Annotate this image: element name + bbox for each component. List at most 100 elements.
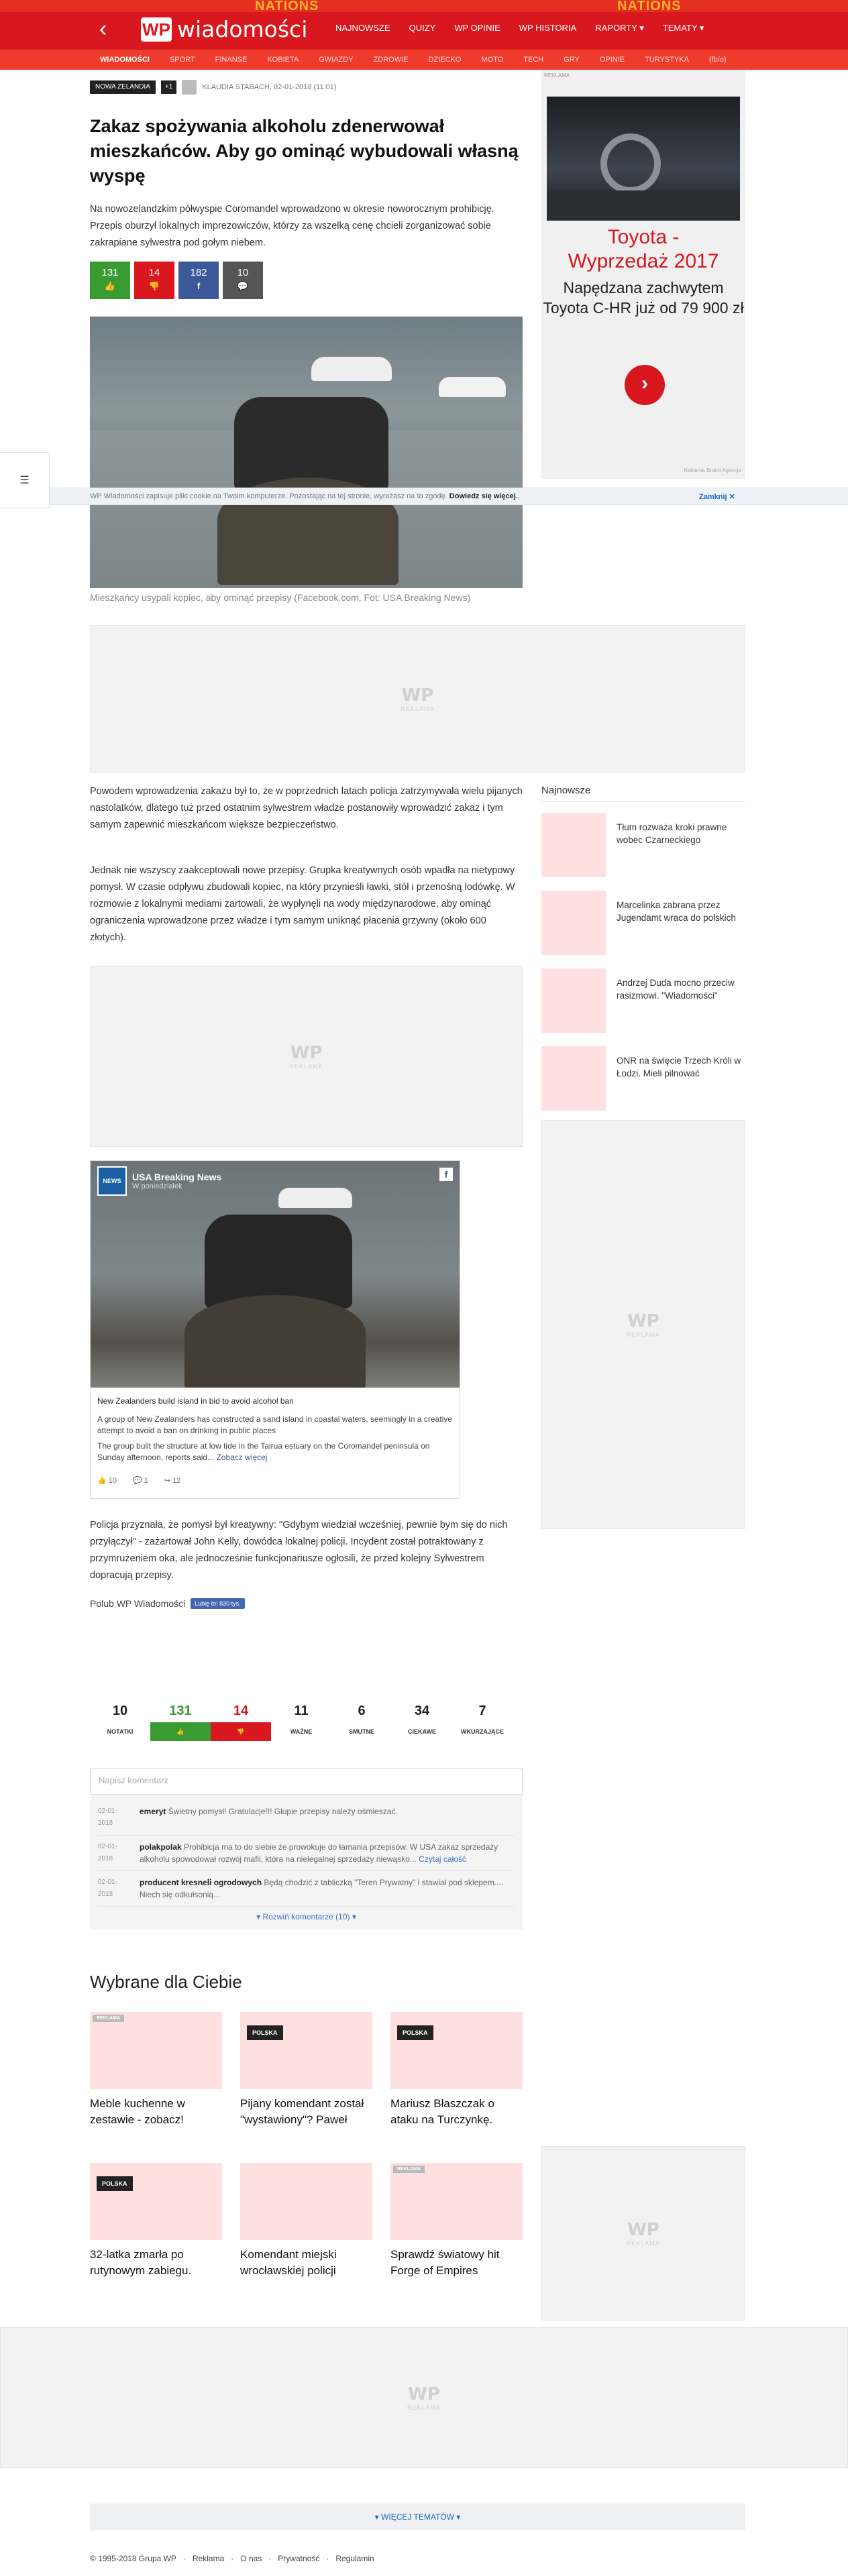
article-tags: NOWA ZELANDIA +1 KLAUDIA STABACH, 02-01-… (90, 80, 336, 95)
subnav-tech[interactable]: TECH (513, 56, 553, 64)
fb-comments[interactable]: 💬 1 (133, 1476, 148, 1485)
nav-wp-historia[interactable]: WP HISTORIA (510, 23, 586, 34)
nav-tematy[interactable]: TEMATY ▾ (653, 23, 714, 34)
side-menu-tab-icon[interactable]: ☰ (0, 452, 50, 508)
footer-o-nas[interactable]: O nas (240, 2554, 262, 2563)
recommended-card[interactable]: Komendant miejski wrocławskiej policji o… (240, 2163, 372, 2279)
subnav-moto[interactable]: MOTO (471, 56, 513, 64)
recommended-card[interactable]: POLSKA Pijany komendant został "wystawio… (240, 2012, 372, 2128)
sidebar-ad-slot[interactable]: WP REKLAMA (541, 2146, 745, 2320)
nav-quizy[interactable]: QUIZY (400, 23, 445, 34)
wp-logo-mark: WP (141, 17, 172, 42)
reaction-wkurzajace[interactable]: 7 WKURZAJĄCE (452, 1703, 513, 1741)
comments-button[interactable]: 10 💬 (223, 262, 263, 299)
cookie-banner: WP Wiadomości zapisuje pliki cookie na T… (0, 488, 848, 505)
tag-nowa-zelandia[interactable]: NOWA ZELANDIA (90, 80, 156, 94)
sidebar-ad-toyota[interactable]: REKLAMA Toyota - Wyprzedaż 2017 Napędzana… (541, 70, 745, 479)
comment-item: 02-01-2018 polakpolak Prohibicja ma to d… (98, 1836, 515, 1871)
ad-slot[interactable]: WP REKLAMA (90, 625, 745, 773)
recommended-card[interactable]: REKLAMA Meble kuchenne w zestawie - zoba… (90, 2012, 222, 2128)
subnav-turystyka[interactable]: TURYSTYKA (635, 56, 699, 64)
fb-like-button[interactable]: Lubię to! 830 tys. (191, 1598, 245, 1609)
subnav-gwiazdy[interactable]: GWIAZDY (309, 56, 363, 64)
read-more-link[interactable]: Czytaj całość (419, 1854, 466, 1864)
tag-more[interactable]: +1 (160, 80, 177, 94)
recommended-card[interactable]: POLSKA 32-latka zmarła po rutynowym zabi… (90, 2163, 222, 2279)
top-banner-ad[interactable]: NATIONS NATIONS (0, 0, 848, 13)
hero-image[interactable] (90, 317, 523, 588)
bottom-ad-slot[interactable]: WP REKLAMA (0, 2327, 848, 2468)
back-arrow-icon[interactable]: ‹ (99, 17, 119, 40)
wp-logo-icon: WP (408, 2384, 440, 2404)
subnav-extra[interactable]: (fb/o) (699, 56, 737, 64)
comment-item: 02-01-2018 emeryt Świetny pomysł! Gratul… (98, 1800, 515, 1836)
subnav-wiadomosci[interactable]: WIADOMOŚCI (90, 56, 160, 64)
subnav-finanse[interactable]: FINANSE (205, 56, 258, 64)
like-wp: Polub WP Wiadomości Lubię to! 830 tys. (90, 1598, 245, 1609)
sidebar-ad-slot[interactable]: WP REKLAMA (541, 1120, 745, 1529)
newest-item[interactable]: Marcelinka zabrana przez Jugendamt wraca… (541, 891, 745, 958)
expand-comments-button[interactable]: ▾ Rozwiń komentarze (10) ▾ (98, 1907, 515, 1924)
comment-user[interactable]: producent kresneli ogrodowych (140, 1878, 262, 1887)
reaction-down[interactable]: 14 👎 (211, 1703, 271, 1741)
subnav-opinie[interactable]: OPINIE (590, 56, 635, 64)
fb-likes[interactable]: 👍 10 (97, 1476, 117, 1485)
reaction-wazne[interactable]: 11 WAŻNE (271, 1703, 331, 1741)
reaction-smutne[interactable]: 6 SMUTNE (331, 1703, 392, 1741)
reaction-ciekawe[interactable]: 34 CIEKAWE (392, 1703, 452, 1741)
newest-item[interactable]: Tłum rozważa kroki prawne wobec Czarneck… (541, 813, 745, 880)
comment-input[interactable]: Napisz komentarz (90, 1768, 523, 1795)
like-icon: 👍 (97, 1477, 107, 1485)
reaction-notatki[interactable]: 10 NOTATKI (90, 1703, 150, 1741)
main-nav: NAJNOWSZE QUIZY WP OPINIE WP HISTORIA RA… (326, 23, 713, 34)
thumb-down-icon: 👎 (148, 281, 160, 291)
cookie-more-link[interactable]: Dowiedz się więcej. (449, 492, 518, 500)
newest-item[interactable]: Andrzej Duda mocno przeciw rasizmowi. "W… (541, 968, 745, 1035)
subnav-sport[interactable]: SPORT (160, 56, 205, 64)
chevron-down-icon: ▾ (256, 1912, 261, 1921)
subnav-kobieta[interactable]: KOBIETA (257, 56, 309, 64)
cookie-close-button[interactable]: Zamknij ✕ (699, 492, 735, 501)
comment-user[interactable]: emeryt (140, 1807, 166, 1816)
image-caption: Mieszkańcy usypali kopiec, aby ominąć pr… (90, 592, 471, 603)
nav-wp-opinie[interactable]: WP OPINIE (445, 23, 509, 34)
fb-link-title[interactable]: New Zealanders build island in bid to av… (97, 1396, 453, 1407)
author-date: KLAUDIA STABACH, 02-01-2018 (11:01) (202, 83, 337, 91)
facebook-icon[interactable]: f (439, 1168, 453, 1181)
subnav-dziecko[interactable]: DZIECKO (419, 56, 472, 64)
reaction-up[interactable]: 131 👍 (150, 1703, 211, 1741)
vote-up-button[interactable]: 131 👍 (90, 262, 130, 299)
chevron-down-icon: ▾ (374, 2512, 379, 2522)
article-paragraph: Jednak nie wszyscy zaakceptowali nowe pr… (90, 865, 515, 943)
comments-list: 02-01-2018 emeryt Świetny pomysł! Gratul… (90, 1795, 523, 1929)
recommended-card[interactable]: REKLAMA Sprawdź światowy hit Forge of Em… (390, 2163, 523, 2279)
comment-user[interactable]: polakpolak (140, 1842, 182, 1852)
fb-page-name[interactable]: USA Breaking News (132, 1172, 221, 1182)
newest-item[interactable]: ONR na święcie Trzech Króli w Łodzi. Mie… (541, 1046, 745, 1113)
footer-reklama[interactable]: Reklama (193, 2554, 224, 2563)
recommended-card[interactable]: POLSKA Mariusz Błaszczak o ataku na Turc… (390, 2012, 523, 2128)
page-avatar[interactable]: NEWS (97, 1166, 127, 1196)
facebook-share-button[interactable]: 182 f (178, 262, 219, 299)
site-logo[interactable]: WP wiadomości (141, 16, 307, 42)
subnav-gry[interactable]: GRY (553, 56, 590, 64)
footer: © 1995-2018 Grupa WP · Reklama · O nas · Pr… (90, 2554, 374, 2563)
newest-heading: Najnowsze (541, 785, 745, 802)
facebook-embed[interactable]: NEWS USA Breaking News W poniedziałek f … (90, 1160, 460, 1499)
see-more-link[interactable]: Zobacz więcej (216, 1453, 267, 1462)
chevron-right-icon[interactable]: › (625, 365, 665, 405)
nav-najnowsze[interactable]: NAJNOWSZE (326, 23, 400, 34)
article-title: Zakaz spożywania alkoholu zdenerwował mi… (90, 116, 519, 186)
comment-item: 02-01-2018 producent kresneli ogrodowych… (98, 1871, 515, 1907)
footer-prywatnosc[interactable]: Prywatność (278, 2554, 319, 2563)
nav-raporty[interactable]: RAPORTY ▾ (586, 23, 653, 34)
recommended-heading: Wybrane dla Ciebie (90, 1972, 242, 1992)
banner-text: NATIONS (617, 0, 682, 13)
ad-slot[interactable]: WP REKLAMA (90, 966, 523, 1147)
vote-buttons: 131 👍 14 👎 182 f 10 💬 (90, 262, 263, 299)
subnav-zdrowie[interactable]: ZDROWIE (364, 56, 419, 64)
fb-shares[interactable]: ↪ 12 (164, 1476, 181, 1485)
vote-down-button[interactable]: 14 👎 (134, 262, 174, 299)
more-topics-button[interactable]: ▾ WIĘCEJ TEMATÓW ▾ (90, 2504, 745, 2530)
footer-regulamin[interactable]: Regulamin (335, 2554, 374, 2563)
